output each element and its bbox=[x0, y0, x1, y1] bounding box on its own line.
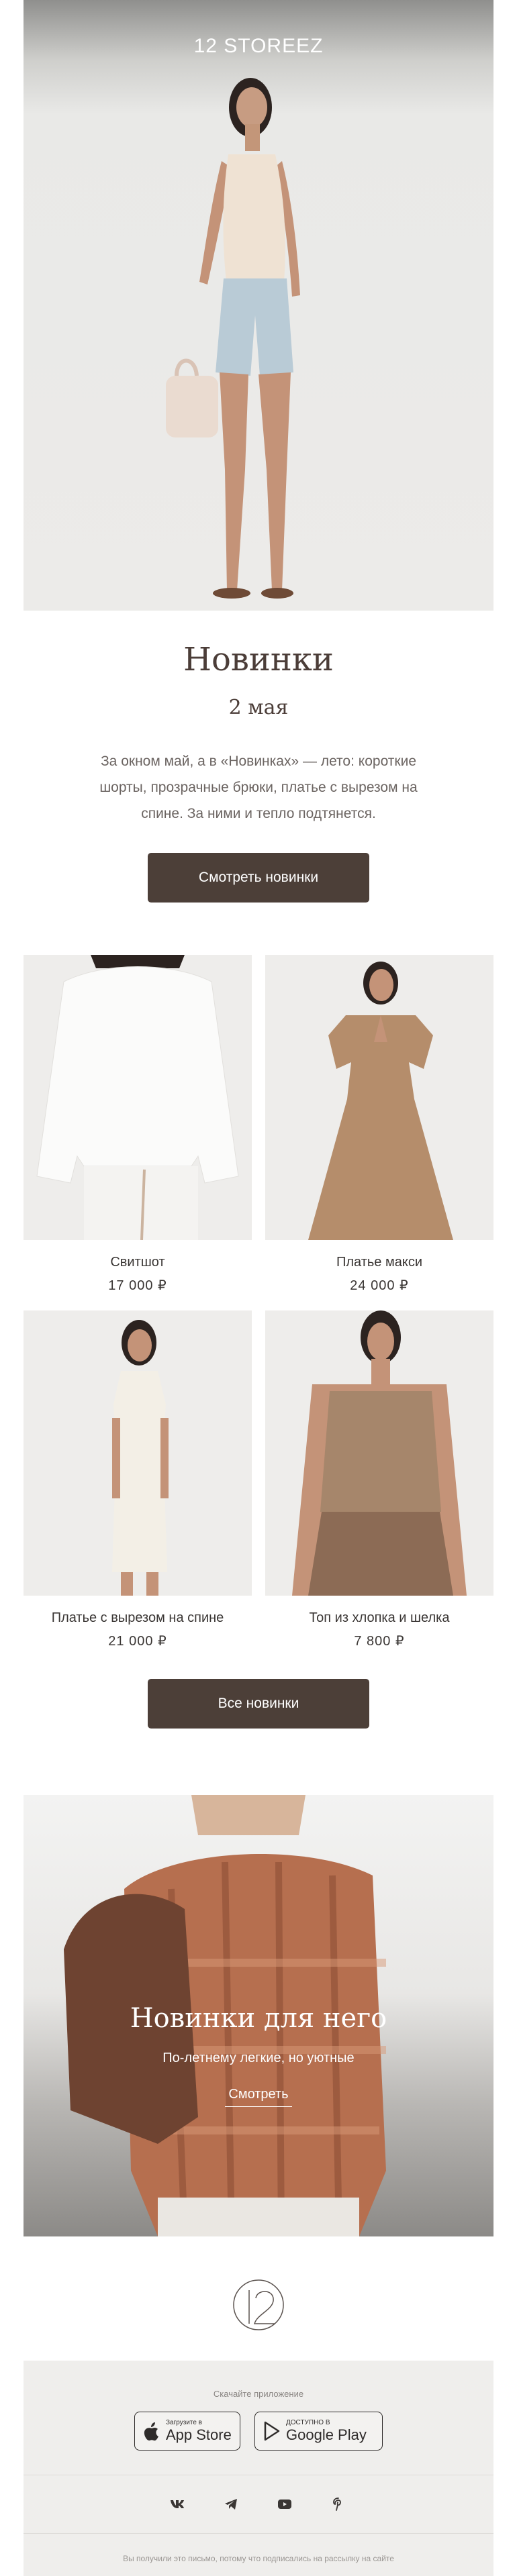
product-card[interactable]: Платье макси 24 000 ₽ bbox=[265, 955, 493, 1294]
email-page: 12 STOREEZ Новинки 2 мая За окном май, а… bbox=[0, 0, 517, 2576]
intro-text: За окном май, а в «Новинках» — лето: кор… bbox=[99, 754, 418, 821]
google-play-small-label: ДОСТУПНО В bbox=[286, 2419, 330, 2426]
product-price: 17 000 ₽ bbox=[108, 1278, 167, 1293]
product-price: 21 000 ₽ bbox=[108, 1634, 167, 1649]
pinterest-icon[interactable] bbox=[328, 2494, 348, 2514]
hero-model-image bbox=[166, 78, 300, 599]
telegram-icon[interactable] bbox=[221, 2494, 241, 2514]
product-name: Платье с вырезом на спине bbox=[51, 1610, 224, 1625]
product-name: Платье макси bbox=[336, 1255, 422, 1270]
google-play-button[interactable]: ДОСТУПНО В Google Play bbox=[254, 2412, 383, 2451]
product-image[interactable] bbox=[265, 1310, 493, 1596]
app-store-label: App Store bbox=[166, 2426, 232, 2443]
product-image[interactable] bbox=[23, 1310, 252, 1596]
all-new-arrivals-button[interactable]: Все новинки bbox=[148, 1679, 369, 1729]
sweatshirt-image bbox=[23, 955, 252, 1240]
product-name: Свитшот bbox=[110, 1255, 165, 1270]
app-caption: Скачайте приложение bbox=[213, 2389, 304, 2399]
product-image[interactable] bbox=[23, 955, 252, 1240]
divider bbox=[23, 2533, 493, 2534]
intro-title: Новинки bbox=[183, 641, 334, 678]
product-card[interactable]: Топ из хлопка и шелка 7 800 ₽ bbox=[265, 1310, 493, 1649]
silk-top-image bbox=[265, 1310, 493, 1596]
view-new-arrivals-button[interactable]: Смотреть новинки bbox=[148, 853, 369, 903]
men-banner-title: Новинки для него bbox=[130, 2003, 387, 2034]
product-card[interactable]: Свитшот 17 000 ₽ bbox=[23, 955, 252, 1294]
product-price: 7 800 ₽ bbox=[354, 1634, 405, 1649]
product-card[interactable]: Платье с вырезом на спине 21 000 ₽ bbox=[23, 1310, 252, 1649]
youtube-icon[interactable] bbox=[275, 2494, 295, 2514]
app-store-small-label: Загрузите в bbox=[166, 2419, 202, 2426]
apple-icon bbox=[144, 2422, 158, 2441]
google-play-label: Google Play bbox=[286, 2426, 367, 2443]
google-play-icon bbox=[264, 2421, 280, 2441]
vk-icon[interactable] bbox=[167, 2494, 187, 2514]
footer-note: Вы получили это письмо, потому что подпи… bbox=[123, 2554, 394, 2563]
product-price: 24 000 ₽ bbox=[350, 1278, 409, 1293]
men-banner-subtitle: По-летнему легкие, но уютные bbox=[162, 2051, 355, 2065]
app-store-button[interactable]: Загрузите в App Store bbox=[134, 2412, 240, 2451]
product-image[interactable] bbox=[265, 955, 493, 1240]
hero-banner[interactable]: 12 STOREEZ bbox=[23, 0, 493, 611]
intro-date: 2 мая bbox=[228, 696, 289, 719]
men-banner-link[interactable]: Смотреть bbox=[225, 2087, 292, 2107]
brand-emblem-icon bbox=[230, 2277, 287, 2333]
backless-dress-image bbox=[23, 1310, 252, 1596]
maxi-dress-image bbox=[265, 955, 493, 1240]
product-name: Топ из хлопка и шелка bbox=[309, 1610, 450, 1625]
